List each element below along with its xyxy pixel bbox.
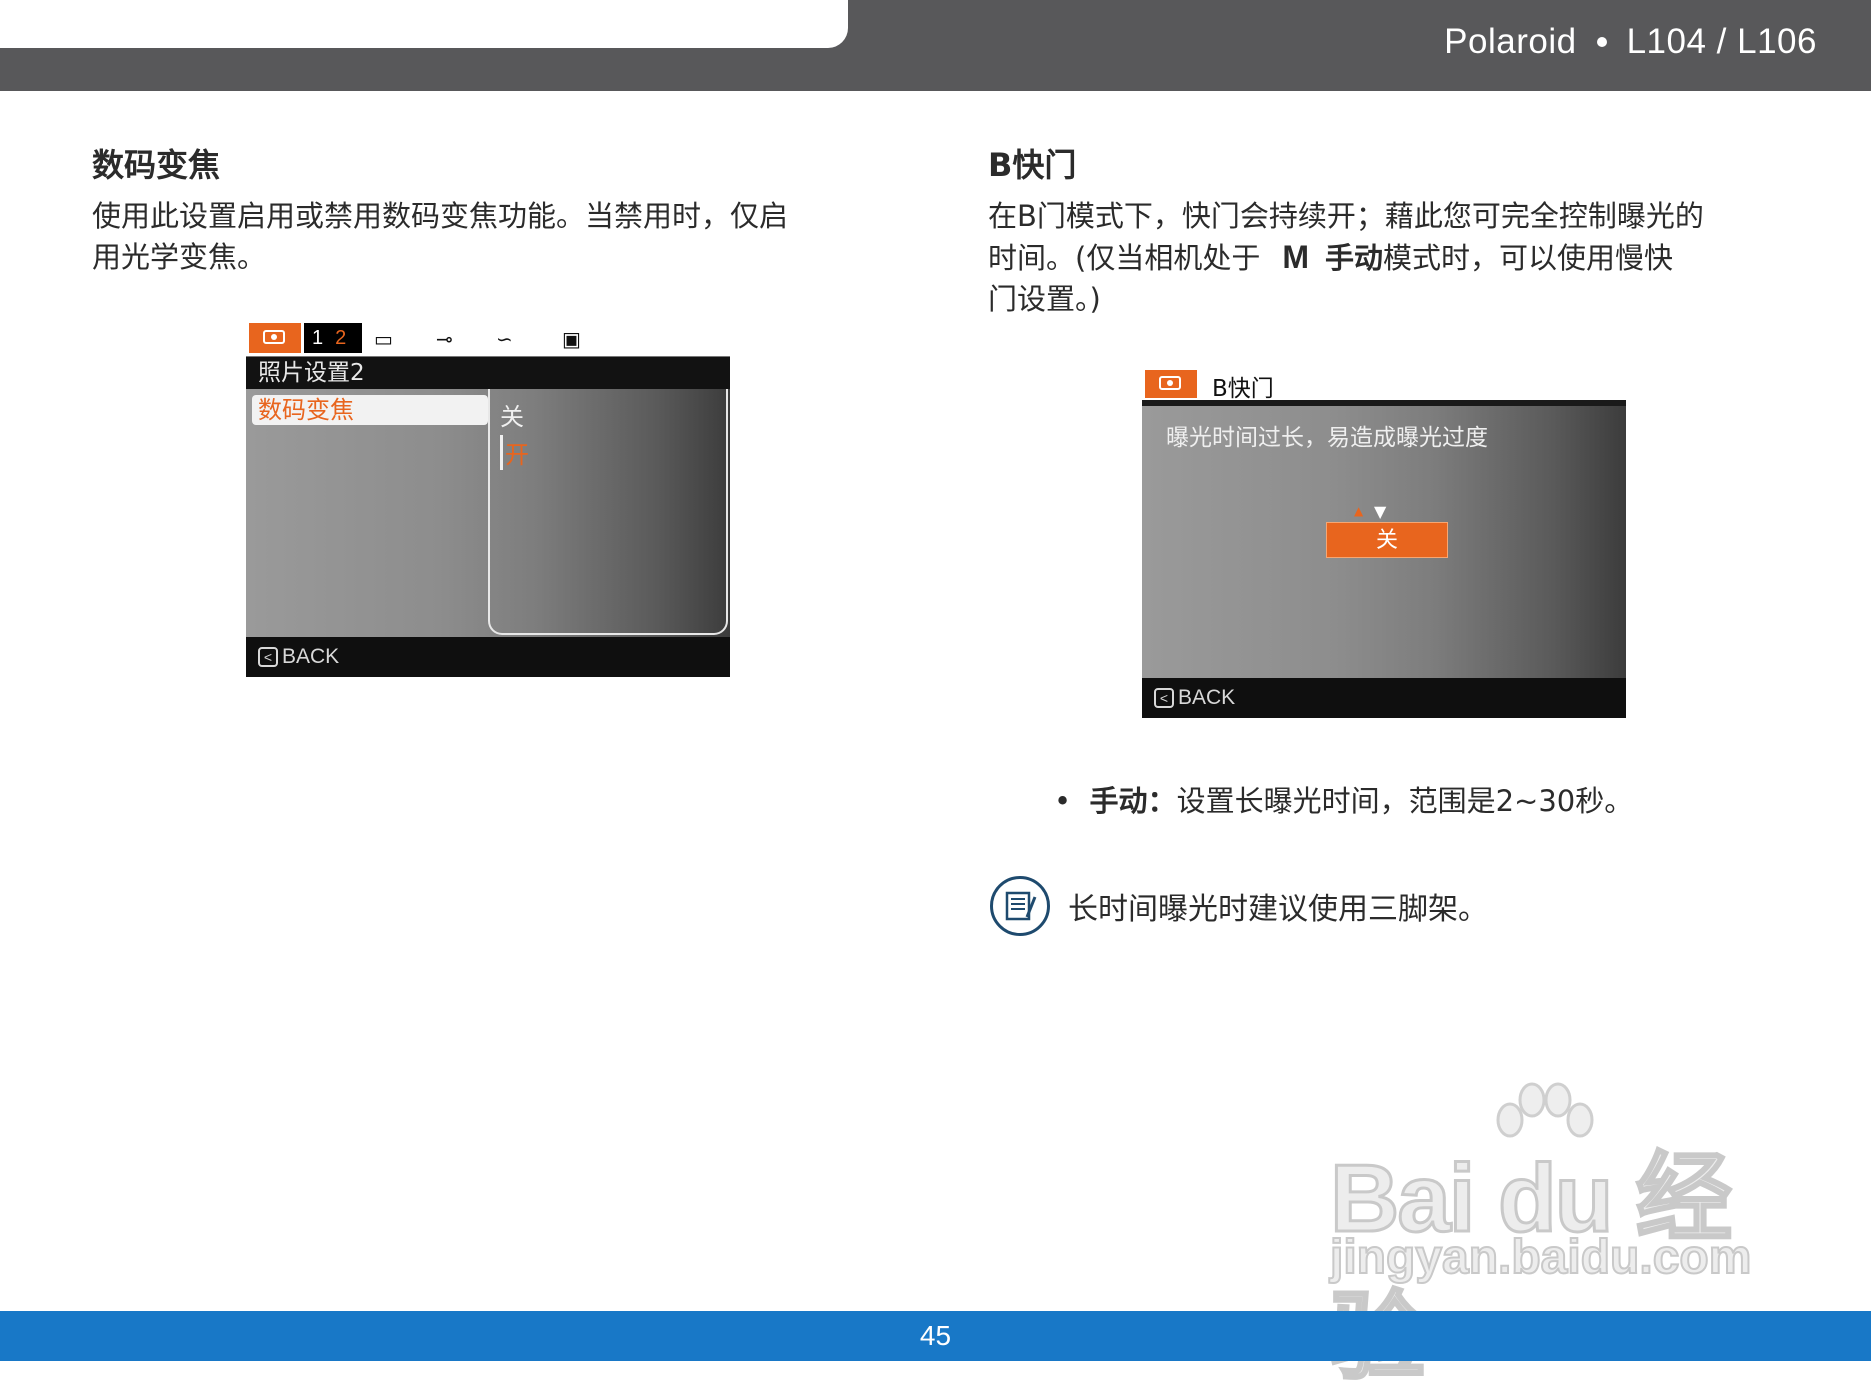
- exposure-warning: 曝光时间过长，易造成曝光过度: [1166, 425, 1488, 451]
- manual-bullet: • 手动：设置长曝光时间，范围是2~30秒。: [1054, 778, 1633, 820]
- tripod-note: 长时间曝光时建议使用三脚架。: [1068, 892, 1488, 927]
- page-tab-1[interactable]: 1: [312, 323, 323, 353]
- page-tab-2[interactable]: 2: [335, 323, 346, 353]
- bullet-dot-icon: [1596, 37, 1607, 47]
- baidu-watermark: Bai du 经验 jingyan.baidu.com: [1329, 1080, 1760, 1393]
- b-shutter-desc-line2-pre: 时间。(仅当相机处于: [988, 241, 1261, 275]
- page-tabs[interactable]: 1 2: [304, 323, 362, 353]
- b-shutter-desc-line2-post: 模式时，可以使用慢快: [1383, 241, 1674, 275]
- bullet-label: 手动：: [1089, 784, 1177, 818]
- camera-icon: [1159, 376, 1181, 390]
- wrench-icon[interactable]: ⊸: [436, 327, 453, 351]
- b-shutter-heading: B快门: [988, 146, 1077, 184]
- b-shutter-body: 曝光时间过长，易造成曝光过度 ▲ ▼ 关: [1142, 406, 1626, 678]
- back-bar[interactable]: < BACK: [1142, 678, 1626, 718]
- header-bar: Polaroid L104 / L106: [0, 0, 1871, 91]
- back-bar[interactable]: < BACK: [246, 637, 730, 677]
- b-shutter-screen-title: B快门: [1212, 376, 1274, 402]
- menu-item-digital-zoom[interactable]: 数码变焦: [252, 395, 488, 425]
- camera-tab[interactable]: [1145, 370, 1197, 398]
- digital-zoom-heading: 数码变焦: [92, 146, 221, 184]
- b-shutter-desc-line3: 门设置。): [988, 282, 1101, 316]
- down-arrow-icon[interactable]: ▼: [1374, 502, 1386, 521]
- bullet-text: 设置长曝光时间，范围是2~30秒。: [1176, 784, 1634, 818]
- video-icon[interactable]: ▭: [374, 327, 393, 351]
- digital-zoom-description: 使用此设置启用或禁用数码变焦功能。当禁用时，仅启 用光学变焦。: [92, 196, 788, 278]
- brand-label: Polaroid L104 / L106: [1444, 22, 1817, 62]
- options-panel: 关 开: [488, 389, 728, 635]
- b-shutter-desc-line1: 在B门模式下，快门会持续开；藉此您可完全控制曝光的: [988, 199, 1704, 233]
- digital-zoom-desc-line1: 使用此设置启用或禁用数码变焦功能。当禁用时，仅启: [92, 199, 789, 233]
- watermark-url: jingyan.baidu.com: [1329, 1230, 1752, 1285]
- camera-tab[interactable]: [249, 323, 301, 353]
- print-icon[interactable]: ▣: [562, 327, 581, 351]
- back-arrow-icon: <: [258, 647, 278, 667]
- bullet-icon: •: [1054, 784, 1072, 818]
- up-arrow-icon[interactable]: ▲: [1354, 504, 1363, 518]
- menu-subtitle: 照片设置2: [246, 357, 730, 389]
- brand-name: Polaroid: [1444, 22, 1577, 61]
- option-off[interactable]: 关: [500, 397, 524, 432]
- back-arrow-icon: <: [1154, 688, 1174, 708]
- b-shutter-description: 在B门模式下，快门会持续开；藉此您可完全控制曝光的 时间。(仅当相机处于 M 手动模…: [988, 196, 1808, 320]
- back-label: BACK: [1178, 686, 1236, 709]
- manual-mode-icon: M: [1282, 239, 1309, 275]
- menu-body: 数码变焦 关 开: [246, 389, 730, 637]
- note-icon: [990, 876, 1050, 936]
- digital-zoom-screen: 1 2 ▭ ⊸ ∽ ▣ 照片设置2 数码变焦 关 开 < BACK: [246, 320, 730, 677]
- camera-icon: [263, 330, 285, 344]
- back-label: BACK: [282, 645, 340, 668]
- option-on[interactable]: 开: [500, 435, 529, 470]
- footer-bar: 45: [0, 1311, 1871, 1361]
- manual-mode-label: 手动: [1324, 241, 1383, 275]
- menu-icon-bar: 1 2 ▭ ⊸ ∽ ▣: [246, 320, 730, 357]
- b-shutter-titlebar: B快门: [1142, 366, 1626, 402]
- playback-icon[interactable]: ∽: [496, 327, 513, 351]
- model-name: L104 / L106: [1626, 22, 1817, 61]
- b-shutter-value[interactable]: 关: [1326, 522, 1448, 558]
- digital-zoom-desc-line2: 用光学变焦。: [92, 240, 267, 274]
- b-shutter-screen: B快门 曝光时间过长，易造成曝光过度 ▲ ▼ 关 < BACK: [1142, 366, 1626, 718]
- page-number: 45: [919, 1320, 952, 1351]
- header-white-tab: [0, 0, 848, 48]
